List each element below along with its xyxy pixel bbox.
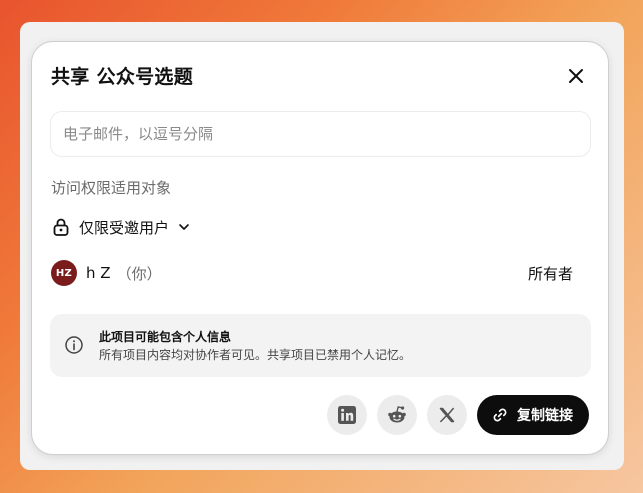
owner-you-tag: （你） (116, 264, 162, 283)
close-icon (569, 69, 583, 83)
email-input[interactable] (50, 111, 591, 157)
chevron-down-icon (179, 224, 189, 230)
share-x-button[interactable] (427, 395, 467, 435)
access-level-label: 仅限受邀用户 (79, 218, 170, 237)
reddit-icon (388, 406, 406, 423)
share-dialog: 共享 公众号选题 访问权限适用对象 仅限受邀用户 HZ h Z （你） 所有者 … (31, 41, 609, 455)
share-actions: 复制链接 (327, 395, 589, 435)
lock-icon (53, 218, 69, 236)
notice-title: 此项目可能包含个人信息 (99, 330, 232, 344)
copy-link-button[interactable]: 复制链接 (477, 395, 589, 435)
linkedin-icon (338, 406, 356, 424)
avatar: HZ (51, 260, 77, 286)
privacy-notice: 此项目可能包含个人信息 所有项目内容均对协作者可见。共享项目已禁用个人记忆。 (50, 314, 591, 377)
copy-link-label: 复制链接 (517, 408, 573, 424)
access-section-label: 访问权限适用对象 (51, 179, 172, 197)
x-icon (439, 407, 455, 423)
notice-body: 所有项目内容均对协作者可见。共享项目已禁用个人记忆。 (99, 348, 412, 362)
owner-row: HZ h Z （你） 所有者 (51, 258, 591, 288)
share-linkedin-button[interactable] (327, 395, 367, 435)
access-level-dropdown[interactable]: 仅限受邀用户 (51, 214, 191, 240)
owner-role: 所有者 (527, 264, 573, 283)
share-reddit-button[interactable] (377, 395, 417, 435)
info-icon (65, 336, 83, 354)
owner-name: h Z (86, 264, 111, 282)
link-icon (493, 408, 507, 422)
close-button[interactable] (562, 62, 590, 90)
dialog-title: 共享 公众号选题 (51, 66, 194, 88)
